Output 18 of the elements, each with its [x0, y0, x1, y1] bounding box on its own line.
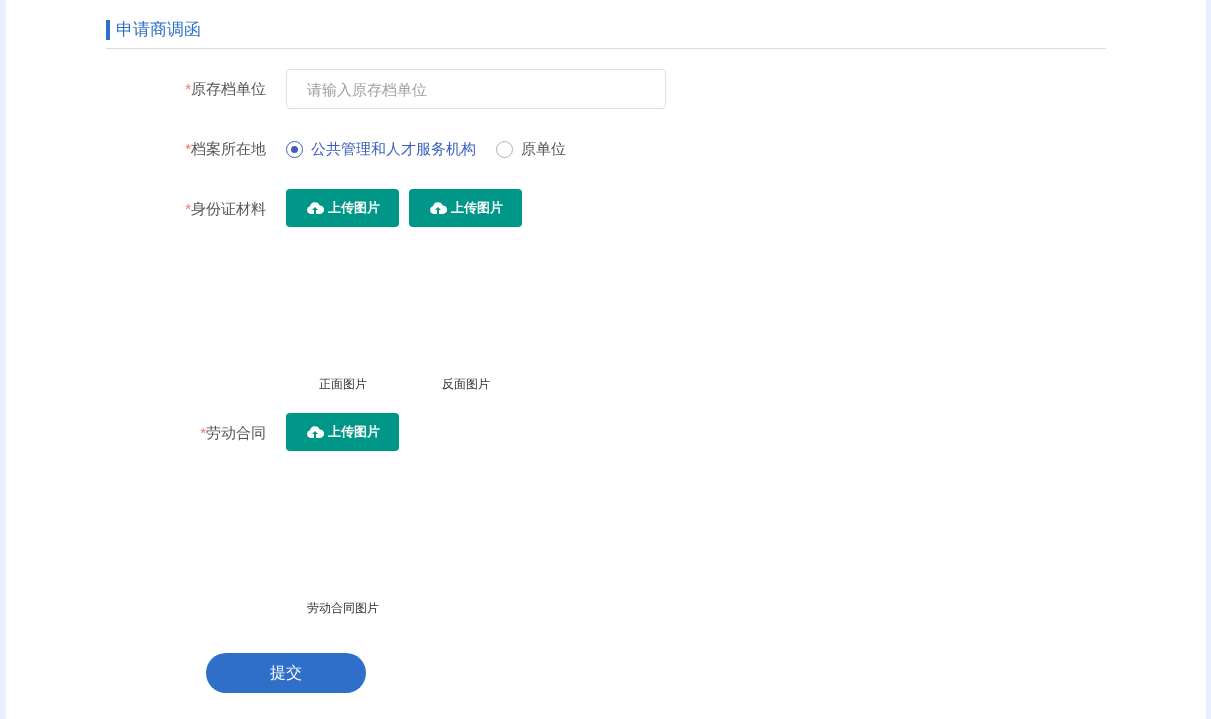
radio-option[interactable]: 原单位 — [496, 137, 566, 161]
field-label: *档案所在地 — [184, 139, 266, 159]
section-title: 申请商调函 — [106, 20, 201, 40]
image-caption: 劳动合同图片 — [306, 600, 379, 617]
submit-button[interactable]: 提交 — [206, 653, 366, 693]
upload-button[interactable]: 上传图片 — [286, 189, 399, 227]
cloud-upload-icon — [305, 201, 324, 215]
field-label: *身份证材料 — [184, 199, 266, 219]
image-caption: 反面图片 — [441, 376, 490, 393]
cloud-upload-icon — [428, 201, 447, 215]
radio-option[interactable]: 公共管理和人才服务机构 — [286, 137, 476, 161]
input-field[interactable]: 请输入原存档单位 — [286, 69, 666, 109]
upload-button[interactable]: 上传图片 — [286, 413, 399, 451]
image-caption: 正面图片 — [318, 376, 367, 393]
field-label: *劳动合同 — [199, 423, 266, 443]
upload-button[interactable]: 上传图片 — [409, 189, 522, 227]
cloud-upload-icon — [305, 425, 324, 439]
field-label: *原存档单位 — [184, 79, 266, 99]
